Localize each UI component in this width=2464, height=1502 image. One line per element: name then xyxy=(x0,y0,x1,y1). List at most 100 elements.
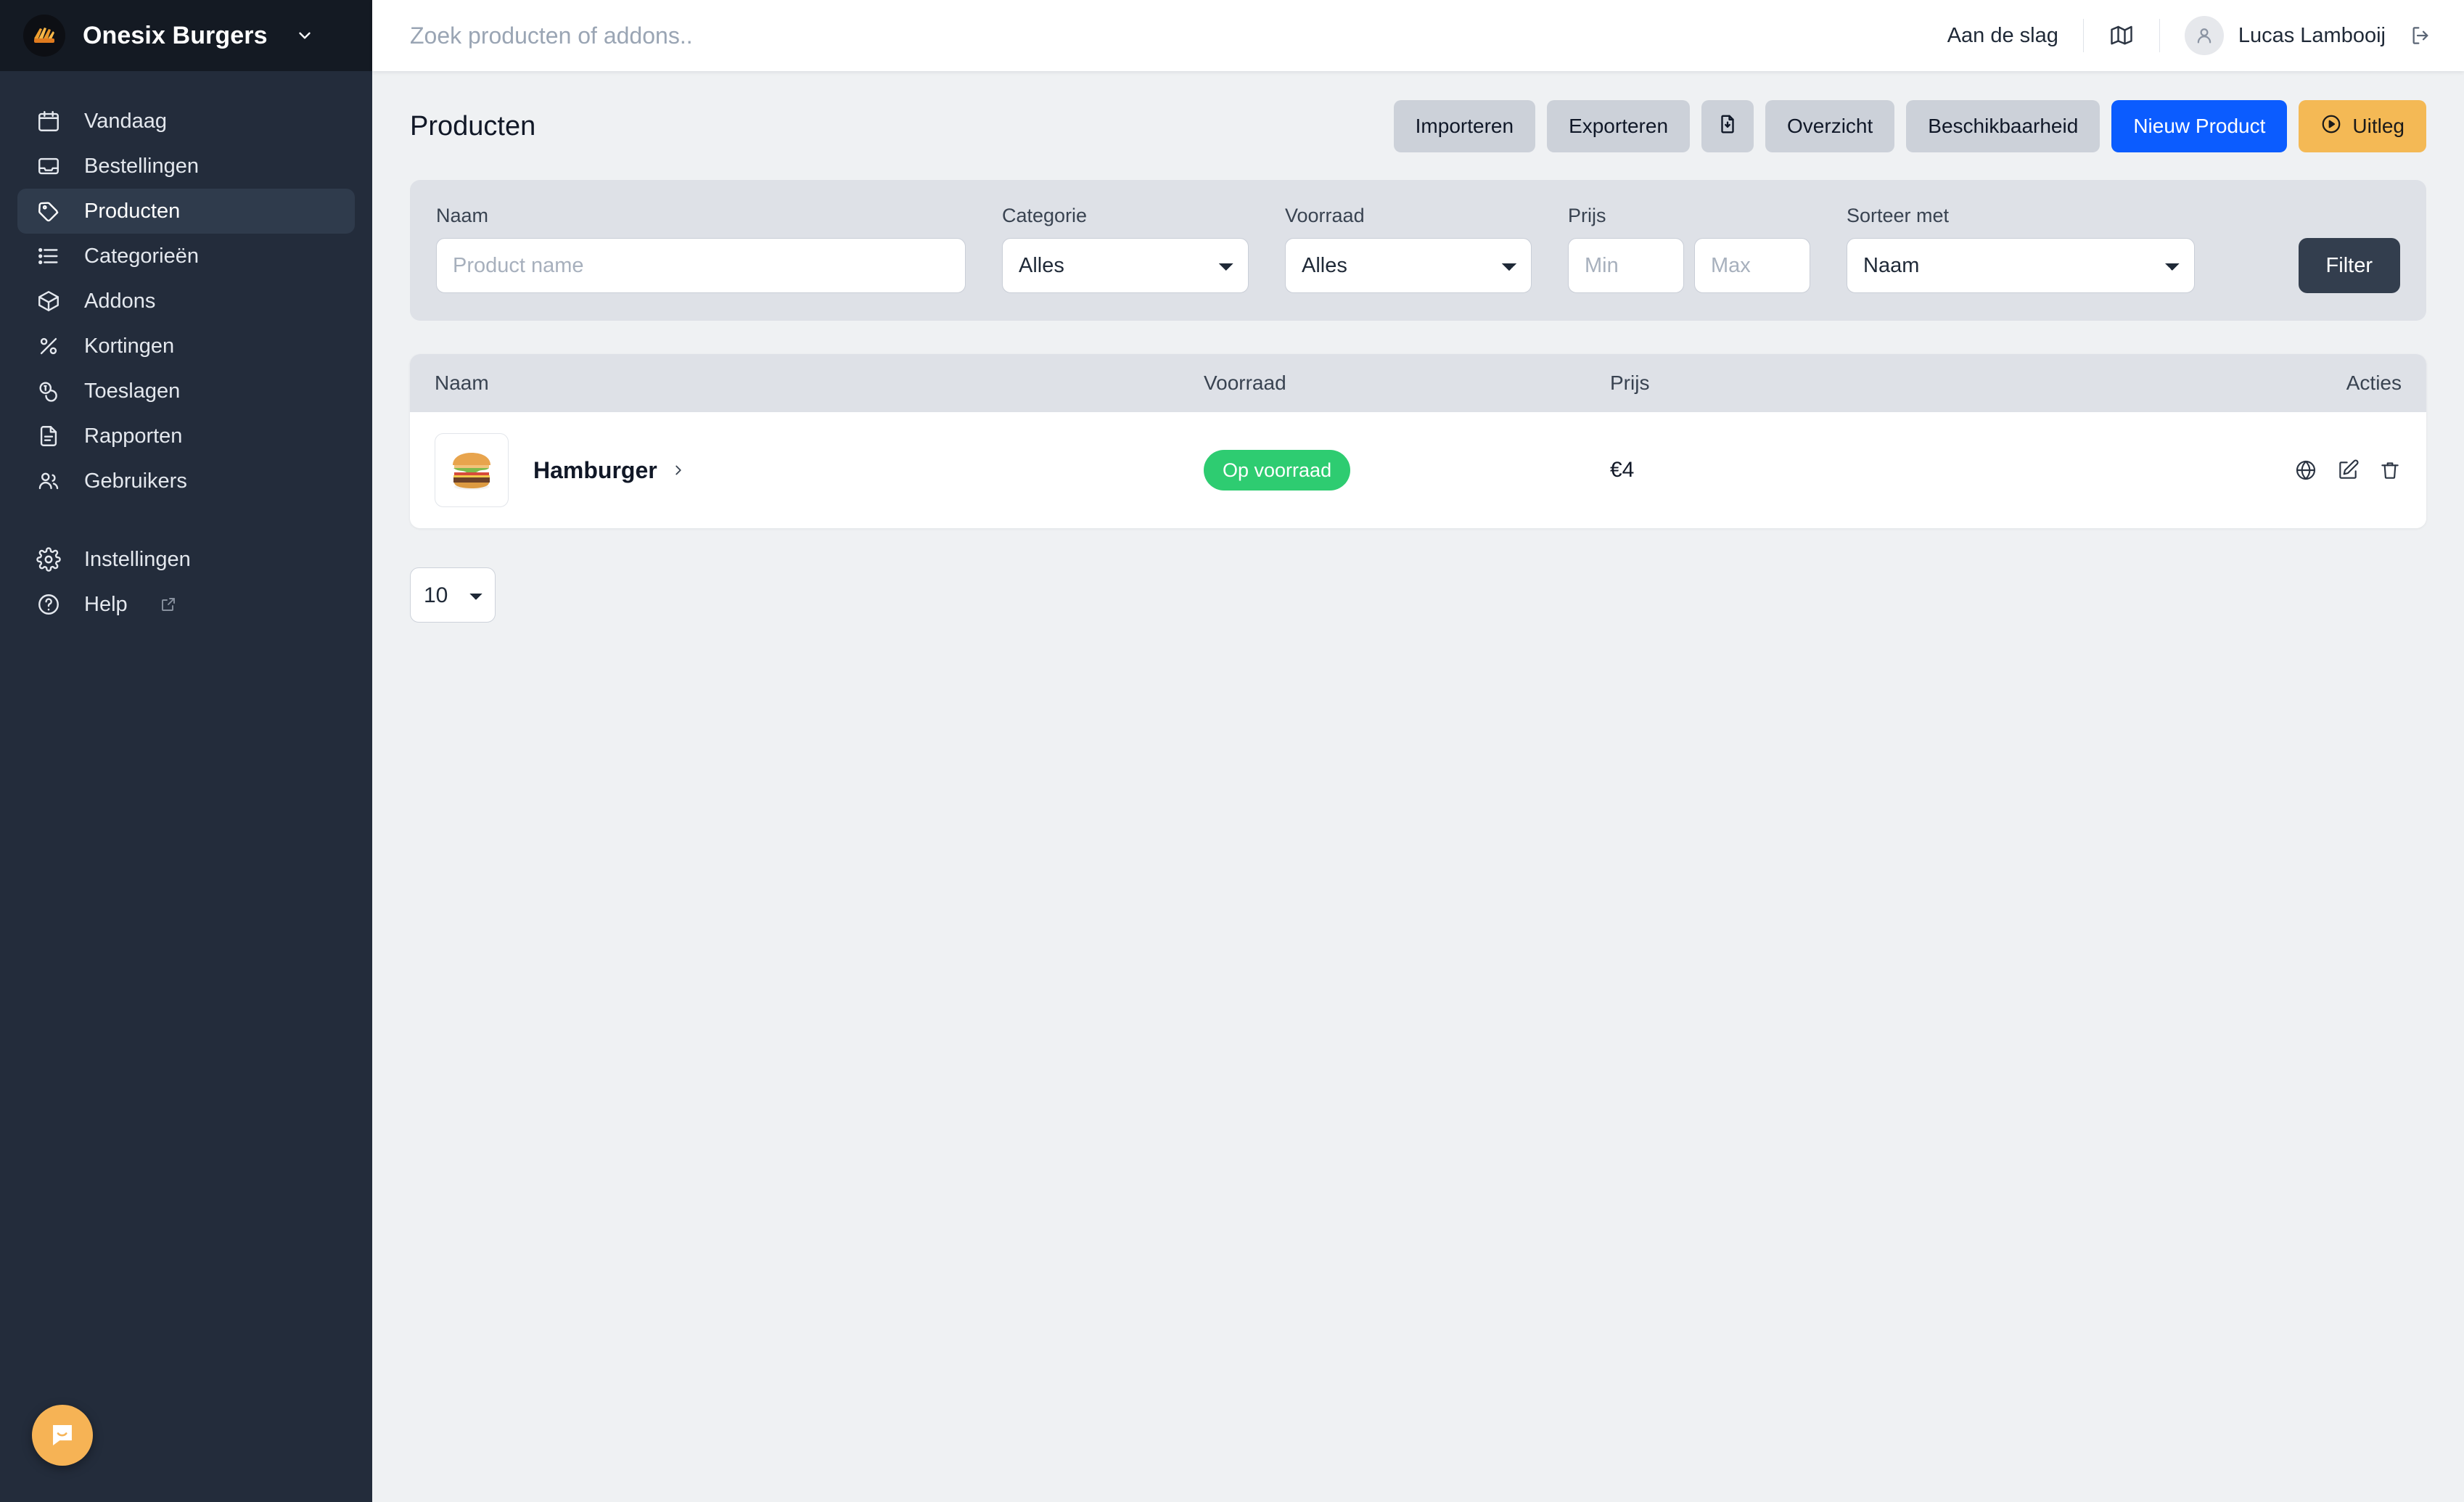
tag-icon xyxy=(33,196,64,226)
filter-name-input[interactable] xyxy=(436,238,966,293)
gear-icon xyxy=(33,544,64,575)
user-name: Lucas Lambooij xyxy=(2238,23,2386,47)
file-download-icon xyxy=(1717,113,1738,140)
product-name-link[interactable]: Hamburger xyxy=(533,457,686,484)
filter-stock-label: Voorraad xyxy=(1285,205,1365,226)
filter-sort-select[interactable]: Naam xyxy=(1847,238,2195,293)
table-header-row: Naam Voorraad Prijs Acties xyxy=(410,354,2426,412)
filter-price-min-input[interactable] xyxy=(1568,238,1684,293)
chevron-right-icon xyxy=(670,457,686,484)
calendar-icon xyxy=(33,106,64,136)
globe-icon[interactable] xyxy=(2294,459,2317,482)
question-circle-icon xyxy=(33,589,64,620)
filter-category-select[interactable]: Alles xyxy=(1002,238,1249,293)
sidebar-item-label: Producten xyxy=(84,199,181,223)
coins-icon xyxy=(33,376,64,406)
products-table: Naam Voorraad Prijs Acties Hamburger Op … xyxy=(410,354,2426,528)
sidebar-item-label: Kortingen xyxy=(84,334,175,358)
user-avatar-icon xyxy=(2184,16,2224,55)
list-bullet-icon xyxy=(33,241,64,271)
filter-stock-field: Voorraad Alles xyxy=(1285,205,1532,293)
sidebar-item-instellingen[interactable]: Instellingen xyxy=(17,537,355,582)
sidebar-item-vandaag[interactable]: Vandaag xyxy=(17,99,355,144)
inbox-icon xyxy=(33,151,64,181)
map-icon[interactable] xyxy=(2084,22,2159,49)
sidebar-item-bestellingen[interactable]: Bestellingen xyxy=(17,144,355,189)
filter-price-max-input[interactable] xyxy=(1694,238,1810,293)
column-header-voorraad: Voorraad xyxy=(1204,372,1286,394)
per-page-select[interactable]: 10 xyxy=(410,567,496,623)
filter-sort-label: Sorteer met xyxy=(1847,205,1950,226)
overview-button[interactable]: Overzicht xyxy=(1765,100,1895,152)
logout-icon[interactable] xyxy=(2403,24,2436,47)
file-download-button[interactable] xyxy=(1701,100,1754,152)
document-text-icon xyxy=(33,421,64,451)
sidebar-item-producten[interactable]: Producten xyxy=(17,189,355,234)
pagination: 10 xyxy=(410,567,2426,623)
topbar-right: Aan de slag Lucas Lambooij xyxy=(1923,16,2436,55)
main-area: Aan de slag Lucas Lambooij xyxy=(372,0,2464,1502)
status-badge: Op voorraad xyxy=(1204,450,1351,491)
product-price: €4 xyxy=(1610,458,1635,482)
user-menu[interactable]: Lucas Lambooij xyxy=(2160,16,2403,55)
sidebar-item-label: Rapporten xyxy=(84,424,183,448)
sidebar-divider-space xyxy=(17,504,355,537)
getting-started-link[interactable]: Aan de slag xyxy=(1923,24,2083,48)
sidebar-item-label: Instellingen xyxy=(84,547,191,571)
sidebar-item-label: Vandaag xyxy=(84,109,167,133)
filter-sort-field: Sorteer met Naam xyxy=(1847,205,2195,293)
new-product-button[interactable]: Nieuw Product xyxy=(2111,100,2288,152)
trash-icon[interactable] xyxy=(2378,459,2402,482)
column-header-acties: Acties xyxy=(2346,372,2402,394)
filter-submit-button[interactable]: Filter xyxy=(2298,238,2400,293)
filter-stock-select[interactable]: Alles xyxy=(1285,238,1532,293)
product-name: Hamburger xyxy=(533,456,657,483)
percent-icon xyxy=(33,331,64,361)
sidebar-item-toeslagen[interactable]: Toeslagen xyxy=(17,369,355,414)
sidebar-item-label: Help xyxy=(84,592,128,616)
sidebar-nav: Vandaag Bestellingen Producten Categorie… xyxy=(0,71,372,627)
filter-bar: Naam Categorie Alles Voorraad Alles xyxy=(410,180,2426,321)
chat-bubble-icon[interactable] xyxy=(32,1405,93,1466)
edit-icon[interactable] xyxy=(2336,459,2360,482)
app-root: Onesix Burgers Vandaag Bestellingen Prod… xyxy=(0,0,2464,1502)
chevron-down-icon[interactable] xyxy=(295,26,314,45)
brand-name: Onesix Burgers xyxy=(83,21,268,49)
brand-switcher[interactable]: Onesix Burgers xyxy=(0,0,372,71)
filter-price-label: Prijs xyxy=(1568,205,1606,226)
page-header: Producten Importeren Exporteren Overzich… xyxy=(410,100,2426,152)
cube-icon xyxy=(33,286,64,316)
filter-category-field: Categorie Alles xyxy=(1002,205,1249,293)
page-title: Producten xyxy=(410,110,536,141)
sidebar-item-label: Toeslagen xyxy=(84,379,181,403)
cell-actions xyxy=(2194,459,2426,482)
play-circle-icon xyxy=(2320,113,2342,140)
sidebar-item-label: Bestellingen xyxy=(84,154,199,178)
import-button[interactable]: Importeren xyxy=(1393,100,1536,152)
row-action-group xyxy=(2294,459,2402,482)
filter-category-label: Categorie xyxy=(1002,205,1088,226)
table-row[interactable]: Hamburger Op voorraad €4 xyxy=(410,412,2426,528)
explanation-button-label: Uitleg xyxy=(2352,115,2405,137)
sidebar-item-label: Addons xyxy=(84,289,156,313)
page-actions: Importeren Exporteren Overzicht Beschikb… xyxy=(1393,100,2426,152)
explanation-button[interactable]: Uitleg xyxy=(2299,100,2426,152)
fries-logo-icon xyxy=(23,15,65,57)
sidebar-item-help[interactable]: Help xyxy=(17,582,355,627)
export-button[interactable]: Exporteren xyxy=(1547,100,1691,152)
cell-stock: Op voorraad xyxy=(1179,450,1585,491)
filter-price-field: Prijs xyxy=(1568,205,1810,293)
external-link-icon xyxy=(160,596,177,613)
sidebar-item-gebruikers[interactable]: Gebruikers xyxy=(17,459,355,504)
column-header-prijs: Prijs xyxy=(1610,372,1650,394)
search-input[interactable] xyxy=(410,14,1923,57)
filter-name-field: Naam xyxy=(436,205,966,293)
sidebar-item-kortingen[interactable]: Kortingen xyxy=(17,324,355,369)
cell-price: €4 xyxy=(1585,458,2194,483)
sidebar-item-addons[interactable]: Addons xyxy=(17,279,355,324)
availability-button[interactable]: Beschikbaarheid xyxy=(1906,100,2100,152)
sidebar-item-rapporten[interactable]: Rapporten xyxy=(17,414,355,459)
sidebar-item-categorieen[interactable]: Categorieën xyxy=(17,234,355,279)
sidebar: Onesix Burgers Vandaag Bestellingen Prod… xyxy=(0,0,372,1502)
hamburger-thumbnail xyxy=(435,433,509,507)
